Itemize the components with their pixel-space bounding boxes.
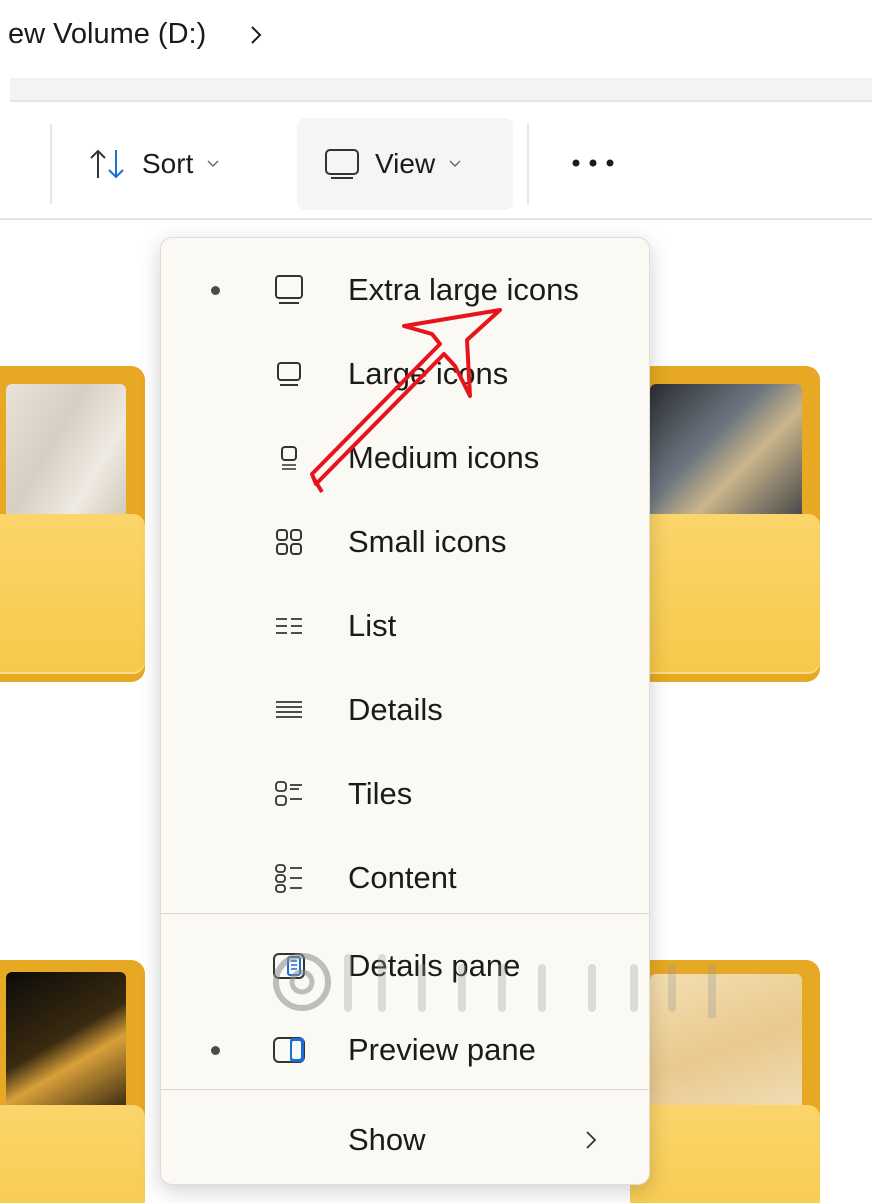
menu-item-show[interactable]: Show xyxy=(161,1098,649,1182)
menu-item-preview-pane[interactable]: Preview pane xyxy=(161,1008,649,1092)
folder-thumbnail[interactable] xyxy=(0,366,145,682)
folder-front xyxy=(630,1105,820,1203)
file-explorer-window: ew Volume (D:) Sort View Extra large ico… xyxy=(0,0,872,1203)
menu-separator xyxy=(161,1089,649,1090)
menu-item-tiles[interactable]: Tiles xyxy=(161,752,649,836)
menu-item-large-icons[interactable]: Large icons xyxy=(161,332,649,416)
menu-item-small-icons[interactable]: Small icons xyxy=(161,500,649,584)
menu-item-label: Small icons xyxy=(348,524,507,559)
chevron-down-icon xyxy=(207,160,219,168)
menu-item-list[interactable]: List xyxy=(161,584,649,668)
sort-label: Sort xyxy=(142,148,194,179)
breadcrumb-current[interactable]: ew Volume (D:) xyxy=(8,18,206,51)
chevron-right-icon xyxy=(585,1130,597,1150)
menu-item-label: Content xyxy=(348,860,457,895)
address-divider xyxy=(10,78,872,102)
medium-icons-icon xyxy=(271,440,307,476)
menu-item-details-pane[interactable]: Details pane xyxy=(161,924,649,1008)
menu-item-content[interactable]: Content xyxy=(161,836,649,920)
sort-button[interactable]: Sort xyxy=(88,118,278,210)
menu-item-label: Show xyxy=(348,1122,426,1157)
menu-item-details[interactable]: Details xyxy=(161,668,649,752)
see-more-button[interactable] xyxy=(560,118,626,210)
view-icon xyxy=(323,147,361,181)
details-pane-icon xyxy=(271,948,307,984)
selected-bullet xyxy=(211,285,220,295)
toolbar-separator xyxy=(50,124,52,204)
folder-preview-image xyxy=(650,974,802,1124)
preview-pane-icon xyxy=(271,1032,307,1068)
folder-thumbnail[interactable] xyxy=(0,960,145,1203)
folder-front xyxy=(0,1105,145,1203)
menu-item-label: Preview pane xyxy=(348,1032,536,1067)
folder-preview-image xyxy=(6,972,126,1122)
extra-large-icons-icon xyxy=(271,272,307,308)
chevron-down-icon xyxy=(449,160,461,168)
folder-thumbnail[interactable] xyxy=(630,960,820,1203)
menu-item-medium-icons[interactable]: Medium icons xyxy=(161,416,649,500)
folder-front xyxy=(0,514,145,674)
sort-icon xyxy=(88,146,128,182)
view-button[interactable]: View xyxy=(297,118,513,210)
menu-item-label: Large icons xyxy=(348,356,509,391)
folder-thumbnail[interactable] xyxy=(630,366,820,682)
menu-item-label: Medium icons xyxy=(348,440,540,475)
folder-front xyxy=(630,514,820,674)
list-icon xyxy=(271,608,307,644)
breadcrumb[interactable]: ew Volume (D:) xyxy=(8,18,266,51)
tiles-icon xyxy=(271,776,307,812)
small-icons-icon xyxy=(271,524,307,560)
command-bar: Sort View xyxy=(0,102,872,220)
selected-bullet xyxy=(211,1045,220,1055)
chevron-right-icon[interactable] xyxy=(246,23,266,47)
address-bar[interactable]: ew Volume (D:) xyxy=(0,0,872,78)
menu-item-label: Details xyxy=(348,692,443,727)
content-icon xyxy=(271,860,307,896)
more-icon xyxy=(571,155,615,173)
view-dropdown-menu: Extra large icons Large icons Medium ico… xyxy=(160,237,650,1185)
menu-item-label: List xyxy=(348,608,397,643)
menu-separator xyxy=(161,913,649,914)
folder-preview-image xyxy=(650,384,802,524)
menu-item-label: Tiles xyxy=(348,776,413,811)
folder-preview-image xyxy=(6,384,126,524)
toolbar-separator xyxy=(527,124,529,204)
view-label: View xyxy=(375,148,436,179)
details-icon xyxy=(271,692,307,728)
menu-item-label: Extra large icons xyxy=(348,272,579,307)
menu-item-extra-large-icons[interactable]: Extra large icons xyxy=(161,248,649,332)
menu-item-label: Details pane xyxy=(348,948,521,983)
large-icons-icon xyxy=(271,356,307,392)
